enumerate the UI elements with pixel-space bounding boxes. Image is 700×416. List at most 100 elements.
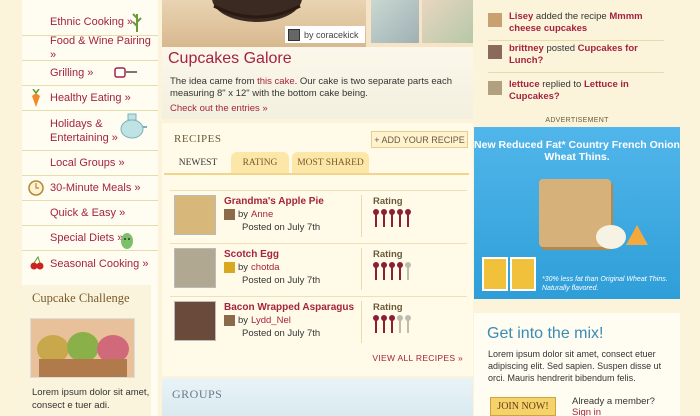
by-label: by — [238, 262, 249, 273]
rating-label: Rating — [373, 302, 403, 313]
sidebar-item-holidays[interactable]: Holidays & Entertaining » — [22, 111, 158, 151]
sidebar-item-special-diets[interactable]: Special Diets » — [22, 226, 158, 251]
clock-icon — [28, 180, 44, 196]
recipe-posted-date: Posted on July 7th — [242, 275, 321, 286]
rating-spoons — [373, 315, 411, 333]
recipe-author: by chotda — [224, 262, 280, 273]
recipe-thumbnail[interactable] — [174, 248, 216, 288]
tab-newest[interactable]: NEWEST — [164, 152, 232, 173]
join-promo: Get into the mix! Lorem ipsum dolor sit … — [474, 313, 680, 416]
tab-rating[interactable]: RATING — [231, 152, 289, 173]
sidebar-item-label: Food & Wine Pairing » — [50, 35, 151, 61]
rating-spoons — [373, 262, 411, 280]
rating-spoons — [373, 209, 411, 227]
cupcake-challenge-panel: Cupcake Challenge Lorem ipsum dolor sit … — [22, 285, 151, 416]
activity-text: Lisey added the recipe Mmmm cheese cupca… — [509, 11, 659, 35]
sidebar-item-grilling[interactable]: Grilling » — [22, 61, 158, 86]
sidebar-item-label: Quick & Easy » — [50, 207, 126, 219]
activity-user-link[interactable]: Lisey — [509, 11, 533, 22]
spoon-filled-icon — [397, 209, 403, 227]
activity-text: brittney posted Cupcakes for Lunch? — [509, 43, 659, 67]
join-now-button[interactable]: JOIN NOW! — [490, 397, 556, 416]
author-link[interactable]: Anne — [251, 209, 273, 220]
view-all-recipes-link[interactable]: VIEW ALL RECIPES » — [372, 353, 463, 363]
avatar[interactable] — [488, 81, 502, 95]
sidebar-item-label: Ethnic Cooking » — [50, 15, 134, 28]
cupcake-challenge-image[interactable] — [30, 318, 135, 378]
avatar[interactable] — [488, 13, 502, 27]
featured-thumbnail[interactable] — [371, 0, 419, 43]
sidebar-item-30-minute[interactable]: 30-Minute Meals » — [22, 176, 158, 201]
activity-user-link[interactable]: brittney — [509, 43, 544, 54]
recipes-heading: RECIPES — [174, 133, 222, 145]
sidebar-item-healthy-eating[interactable]: Healthy Eating » — [22, 86, 158, 111]
grill-tongs-icon — [114, 66, 138, 80]
spoon-empty-icon — [397, 315, 403, 333]
cupcake-challenge-text: Lorem ipsum dolor sit amet, consect e tu… — [32, 387, 150, 411]
row-divider — [361, 301, 362, 343]
join-text: Lorem ipsum dolor sit amet, consect etue… — [488, 349, 662, 383]
teapot-icon — [118, 109, 148, 145]
featured-thumbnail[interactable] — [422, 0, 473, 43]
sidebar-item-seasonal[interactable]: Seasonal Cooking » — [22, 251, 158, 276]
recipe-author: by Anne — [224, 209, 273, 220]
featured-story: Cupcakes Galore The idea came from this … — [162, 47, 473, 119]
recipe-thumbnail[interactable] — [174, 301, 216, 341]
already-member-text: Already a member? — [572, 396, 655, 407]
cheese-image — [626, 225, 648, 245]
carrot-icon — [30, 89, 42, 107]
vegetable-icon — [120, 228, 134, 250]
author-link[interactable]: Lydd_Nel — [251, 315, 291, 326]
recipe-thumbnail[interactable] — [174, 195, 216, 235]
photo-caption[interactable]: by coracekick — [285, 26, 365, 43]
sidebar-item-food-wine[interactable]: Food & Wine Pairing » — [22, 35, 158, 61]
spoon-filled-icon — [389, 315, 395, 333]
ad-headline: New Reduced Fat* Country French Onion Wh… — [474, 139, 680, 163]
advertisement-label: ADVERTISEMENT — [545, 117, 609, 124]
spoon-filled-icon — [373, 209, 379, 227]
check-entries-link[interactable]: Check out the entries » — [170, 103, 268, 114]
recipe-author: by Lydd_Nel — [224, 315, 291, 326]
spoon-filled-icon — [389, 262, 395, 280]
row-divider — [361, 248, 362, 290]
by-label: by — [238, 315, 249, 326]
avatar — [224, 209, 235, 220]
recipe-title[interactable]: Scotch Egg — [224, 249, 279, 260]
spoon-filled-icon — [373, 262, 379, 280]
rating-label: Rating — [373, 196, 403, 207]
cupcake-challenge-title[interactable]: Cupcake Challenge — [32, 291, 130, 306]
spoon-empty-icon — [405, 262, 411, 280]
recipe-title[interactable]: Bacon Wrapped Asparagus — [224, 302, 354, 313]
ad-fine-print: *30% less fat than Original Wheat Thins.… — [542, 276, 668, 292]
activity-text: lettuce replied to Lettuce in Cupcakes? — [509, 79, 659, 103]
this-cake-link[interactable]: this cake — [257, 76, 295, 87]
spoon-filled-icon — [381, 315, 387, 333]
sidebar-item-ethnic-cooking[interactable]: Ethnic Cooking » — [22, 8, 158, 36]
join-title: Get into the mix! — [487, 325, 604, 342]
activity-user-link[interactable]: lettuce — [509, 79, 540, 90]
tab-most-shared[interactable]: MOST SHARED — [292, 152, 369, 173]
author-link[interactable]: chotda — [251, 262, 280, 273]
avatar — [288, 28, 300, 41]
spoon-filled-icon — [373, 315, 379, 333]
avatar[interactable] — [488, 45, 502, 59]
activity-item: brittney posted Cupcakes for Lunch? — [488, 43, 664, 73]
sidebar-item-label: Holidays & Entertaining » — [50, 117, 118, 144]
sidebar-item-local-groups[interactable]: Local Groups » — [22, 151, 158, 176]
story-title[interactable]: Cupcakes Galore — [168, 50, 292, 68]
featured-images: by coracekick — [162, 0, 473, 47]
tab-divider — [164, 173, 469, 175]
recipe-row: Bacon Wrapped Asparagus by Lydd_Nel Poste… — [170, 296, 467, 346]
sidebar-item-label: Seasonal Cooking » — [50, 257, 149, 270]
sidebar-item-quick-easy[interactable]: Quick & Easy » — [22, 201, 158, 226]
add-recipe-button[interactable]: + ADD YOUR RECIPE — [371, 131, 468, 148]
groups-panel: GROUPS — [162, 378, 473, 416]
avatar — [224, 262, 235, 273]
cupcakes-photo — [31, 319, 134, 377]
activity-action: posted — [543, 43, 578, 54]
rating-label: Rating — [373, 249, 403, 260]
sign-in-link[interactable]: Sign in — [572, 407, 601, 416]
advertisement-banner[interactable]: New Reduced Fat* Country French Onion Wh… — [474, 127, 680, 299]
recipe-title[interactable]: Grandma's Apple Pie — [224, 196, 324, 207]
featured-photo[interactable]: by coracekick — [162, 0, 366, 47]
